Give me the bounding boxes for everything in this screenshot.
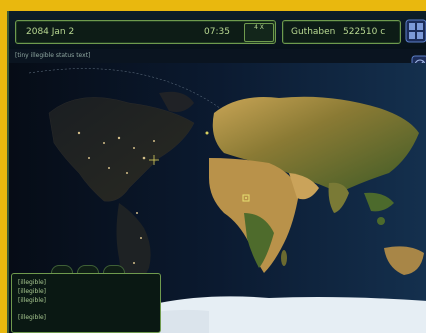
game-screen: 2084 Jan 2 07:35 4 X Guthaben 522510 c […	[7, 11, 426, 333]
top-bar: 2084 Jan 2 07:35 4 X Guthaben 522510 c	[9, 11, 426, 49]
time-display: 07:35	[204, 27, 230, 37]
message-line: [illegible]	[18, 297, 47, 304]
radar-point-icon	[205, 131, 209, 135]
grid-icon[interactable]	[405, 19, 426, 43]
message-line: [illegible]	[18, 314, 47, 321]
message-line: [illegible]	[18, 279, 47, 286]
message-log-panel: [illegible] [illegible] [illegible] [ill…	[11, 273, 161, 333]
funds-label: Guthaben	[291, 27, 336, 37]
date-time-panel: 2084 Jan 2 07:35 4 X	[15, 20, 276, 44]
message-line: [illegible]	[18, 288, 47, 295]
status-line: [tiny illegible status text]	[15, 52, 91, 59]
date-display: 2084 Jan 2	[26, 27, 75, 37]
funds-panel: Guthaben 522510 c	[282, 20, 401, 44]
time-speed-button[interactable]: 4 X	[244, 23, 274, 42]
speed-label: 4 X	[254, 24, 264, 31]
funds-value: 522510 c	[343, 27, 386, 37]
